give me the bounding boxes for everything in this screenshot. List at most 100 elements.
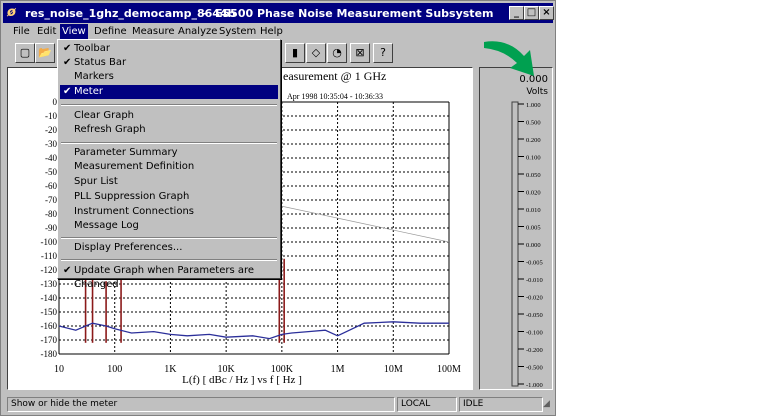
x-tick-label: 100M	[437, 364, 461, 375]
y-tick-label: -50	[45, 167, 57, 177]
y-tick-label: -100	[41, 237, 58, 247]
menu-analyze[interactable]: Analyze	[178, 26, 217, 37]
meter-tick-label: -0.200	[526, 347, 543, 354]
y-tick-label: -70	[45, 195, 57, 205]
meter-scale: 1.000 0.500 0.200 0.100 0.050 0.020 0.010 0.005…	[511, 101, 543, 389]
menu-item-refresh-graph[interactable]: Refresh Graph	[60, 123, 278, 137]
meter-tick-label: -0.020	[526, 295, 543, 302]
menu-define[interactable]: Define	[94, 26, 127, 37]
meter-tick-label: 0.020	[526, 190, 541, 197]
window-title-separator: -	[202, 7, 207, 20]
menu-item-clear-graph[interactable]: Clear Graph	[60, 109, 278, 123]
y-tick-label: -110	[41, 251, 58, 261]
menu-item-meter[interactable]: ✔ Meter	[60, 85, 278, 99]
menu-item-toolbar[interactable]: ✔ Toolbar	[60, 42, 278, 56]
close-button[interactable]: ×	[539, 6, 554, 20]
menu-item-message-log[interactable]: Message Log	[60, 219, 278, 233]
menu-separator	[61, 142, 277, 144]
status-bar: Show or hide the meter LOCAL IDLE ◢	[3, 397, 553, 413]
x-tick-label: 1M	[331, 364, 345, 375]
meter-tick-label: 0.200	[526, 137, 541, 144]
meter-tick-label: -0.010	[526, 277, 543, 284]
y-tick-label: -80	[45, 209, 57, 219]
resize-grip-icon[interactable]: ◢	[543, 399, 550, 409]
menu-item-status-bar[interactable]: ✔ Status Bar	[60, 56, 278, 70]
window-title-app: E5500 Phase Noise Measurement Subsystem	[215, 7, 494, 20]
checkmark-icon: ✔	[63, 265, 72, 276]
y-tick-label: -60	[45, 181, 57, 191]
meter-toolbar-icon[interactable]: ▮	[285, 43, 305, 63]
meter-tick-label: 0.050	[526, 172, 541, 179]
y-tick-label: -170	[41, 335, 58, 345]
meter-tick-label: -1.000	[526, 382, 543, 389]
menu-edit[interactable]: Edit	[37, 26, 56, 37]
phase-noise-trace	[58, 321, 449, 340]
new-file-icon[interactable]: ▢	[15, 43, 35, 63]
menu-measure[interactable]: Measure	[132, 26, 175, 37]
menu-item-instrument-connections[interactable]: Instrument Connections	[60, 205, 278, 219]
y-tick-label: -140	[41, 293, 58, 303]
menu-item-pll-suppression-graph[interactable]: PLL Suppression Graph	[60, 190, 278, 204]
menu-item-markers[interactable]: Markers	[60, 70, 278, 84]
y-tick-label: -30	[45, 139, 57, 149]
minimize-button[interactable]: _	[509, 6, 524, 20]
checkmark-icon: ✔	[63, 86, 72, 97]
menu-item-display-preferences[interactable]: Display Preferences...	[60, 241, 278, 255]
y-tick-label: -180	[41, 349, 58, 359]
x-axis-label: L(f) [ dBc / Hz ] vs f [ Hz ]	[182, 374, 302, 386]
x-tick-label: 100	[107, 364, 122, 375]
x-tick-label: 10	[54, 364, 64, 375]
title-bar[interactable]: ø res_noise_1ghz_democamp_8644b - E5500 …	[3, 3, 554, 23]
pointer-arrow-icon	[484, 41, 534, 76]
menu-system[interactable]: System	[219, 26, 256, 37]
meter-tick-label: 0.000	[526, 242, 541, 249]
y-tick-label: -20	[45, 125, 57, 135]
meter-tick-label: -0.050	[526, 312, 543, 319]
marker-toolbar-icon[interactable]: ◇	[306, 43, 326, 63]
y-tick-label: -150	[41, 307, 58, 317]
app-window: ø res_noise_1ghz_democamp_8644b - E5500 …	[0, 0, 556, 416]
y-tick-label: -160	[41, 321, 58, 331]
y-tick-label: -90	[45, 223, 57, 233]
x-tick-label: 10M	[384, 364, 403, 375]
menu-item-update-graph[interactable]: ✔ Update Graph when Parameters are Change…	[60, 264, 278, 290]
maximize-button[interactable]: □	[524, 6, 539, 20]
meter-tick-label: -0.005	[526, 260, 543, 267]
y-tick-label: -40	[45, 153, 57, 163]
checkmark-icon: ✔	[63, 57, 72, 68]
menu-help[interactable]: Help	[260, 26, 283, 37]
open-folder-icon[interactable]: 📂	[35, 43, 55, 63]
menu-separator	[61, 237, 277, 239]
menu-bar: File Edit View Define Measure Analyze Sy…	[3, 23, 553, 40]
status-hint: Show or hide the meter	[7, 397, 395, 412]
meter-tick-label: 0.500	[526, 120, 541, 127]
meter-tick-label: 1.000	[526, 102, 541, 109]
meter-panel: 0.000 Volts 1.000 0.500 0.200 0.100 0.050 0.0…	[479, 67, 553, 390]
y-tick-label: -10	[45, 111, 57, 121]
meter-bar	[511, 101, 519, 387]
meter-tick-label: 0.005	[526, 225, 541, 232]
y-tick-label: -120	[41, 265, 58, 275]
menu-file[interactable]: File	[13, 26, 30, 37]
help-pointer-icon[interactable]: ?	[373, 43, 393, 63]
menu-item-spur-list[interactable]: Spur List	[60, 175, 278, 189]
x-tick-label: 1K	[164, 364, 177, 375]
meter-tick-label: -0.500	[526, 365, 543, 372]
checkmark-icon: ✔	[63, 43, 72, 54]
menu-item-parameter-summary[interactable]: Parameter Summary	[60, 146, 278, 160]
y-tick-label: -130	[41, 279, 58, 289]
menu-separator	[61, 104, 277, 106]
view-menu-dropdown: ✔ Toolbar ✔ Status Bar Markers ✔ Meter Clea…	[57, 39, 281, 290]
meter-tick-label: 0.100	[526, 155, 541, 162]
menu-view[interactable]: View	[60, 24, 88, 39]
app-logo-icon: ø	[7, 5, 16, 20]
menu-separator	[61, 259, 277, 261]
meter-tick-label: 0.010	[526, 207, 541, 214]
graph-toolbar-icon[interactable]: ⊠	[350, 43, 370, 63]
gauge-toolbar-icon[interactable]: ◔	[327, 43, 347, 63]
graph-subtitle: Apr 1998 10:35:04 - 10:36:33	[287, 92, 383, 101]
menu-item-measurement-definition[interactable]: Measurement Definition	[60, 160, 278, 174]
status-state: IDLE	[459, 397, 543, 412]
meter-tick-label: -0.100	[526, 330, 543, 337]
graph-title: easurement @ 1 GHz	[283, 69, 386, 83]
